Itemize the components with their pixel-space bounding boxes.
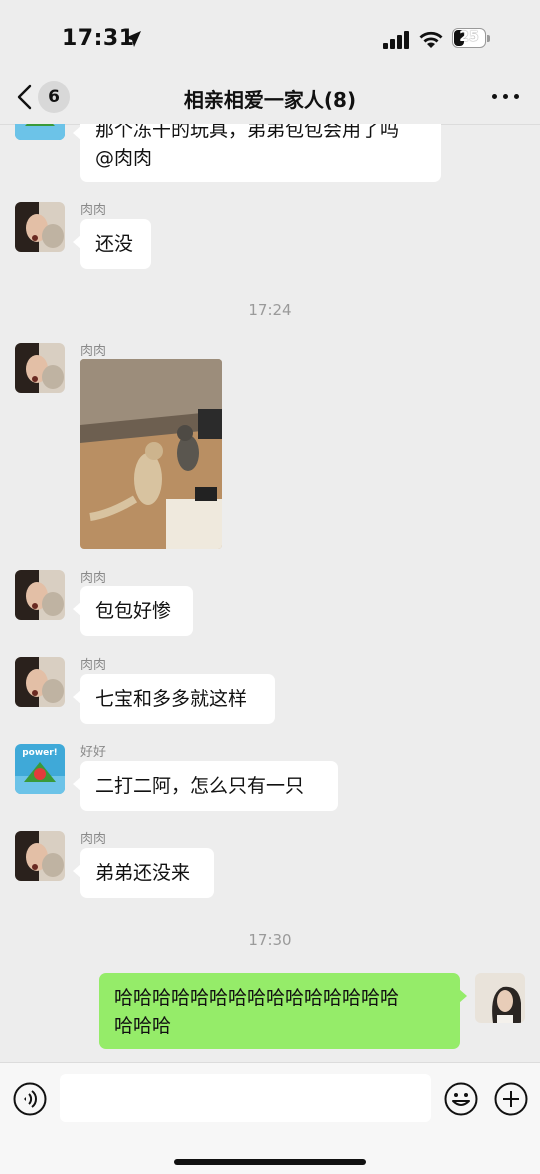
cellular-signal-icon (383, 31, 409, 49)
message-bubble[interactable]: 七宝和多多就这样 (73, 674, 275, 724)
message-bubble[interactable]: 二打二阿，怎么只有一只 (73, 761, 338, 811)
status-bar: 17:31 25 (0, 0, 540, 80)
message-text: 二打二阿，怎么只有一只 (95, 775, 305, 797)
sender-name: 肉肉 (80, 832, 107, 847)
message-bubble[interactable]: 还没 (73, 219, 151, 269)
message-bubble[interactable]: 那个冻干的玩具，弟弟包包会用了吗 @肉肉 (73, 124, 441, 182)
avatar-rourou[interactable] (15, 657, 65, 707)
sender-name: 肉肉 (80, 658, 107, 673)
wifi-icon (419, 31, 443, 48)
timestamp: 17:30 (248, 931, 292, 949)
sender-name: 好好 (80, 745, 107, 760)
avatar-rourou[interactable] (15, 570, 65, 620)
timestamp: 17:24 (248, 301, 292, 319)
chat-title: 相亲相爱一家人(8) (183, 88, 357, 112)
chat-header: 6 相亲相爱一家人(8) (0, 70, 540, 125)
battery-level: 25 (459, 29, 479, 45)
cats-photo-message[interactable] (80, 359, 222, 549)
avatar-rourou[interactable] (15, 343, 65, 393)
voice-icon[interactable] (13, 1082, 47, 1116)
home-indicator[interactable] (174, 1159, 366, 1165)
plus-icon[interactable] (494, 1082, 528, 1116)
message-text: 还没 (95, 233, 134, 255)
battery-icon: 25 (452, 28, 490, 50)
emoji-icon[interactable] (444, 1082, 478, 1116)
message-text: 那个冻干的玩具，弟弟包包会用了吗 @肉肉 (95, 124, 400, 169)
avatar-rourou[interactable] (15, 831, 65, 881)
message-bubble[interactable]: 包包好惨 (73, 586, 193, 636)
avatar-haohao[interactable]: power! (15, 744, 65, 794)
more-options-icon[interactable] (492, 94, 522, 100)
avatar-caption: power! (22, 748, 58, 758)
location-arrow-icon (125, 31, 141, 47)
message-text: 七宝和多多就这样 (95, 688, 248, 710)
sender-name: 肉肉 (80, 571, 107, 586)
avatar-self[interactable] (475, 973, 525, 1023)
message-text: 包包好惨 (95, 600, 172, 622)
message-list[interactable]: 那个冻干的玩具，弟弟包包会用了吗 @肉肉 肉肉 还没 17:24 肉肉 肉肉 包… (0, 124, 540, 1062)
message-text: 哈哈哈哈哈哈哈哈哈哈哈哈哈哈哈 哈哈哈 (114, 987, 400, 1037)
avatar-rourou[interactable] (15, 202, 65, 252)
sender-name: 肉肉 (80, 344, 107, 359)
message-text: 弟弟还没来 (95, 862, 191, 884)
sender-name: 肉肉 (80, 203, 107, 218)
input-bar (0, 1062, 540, 1174)
message-input[interactable] (60, 1074, 431, 1122)
message-bubble[interactable]: 弟弟还没来 (73, 848, 214, 898)
message-bubble-self[interactable]: 哈哈哈哈哈哈哈哈哈哈哈哈哈哈哈 哈哈哈 (99, 973, 467, 1049)
avatar-haohao[interactable] (15, 124, 65, 140)
